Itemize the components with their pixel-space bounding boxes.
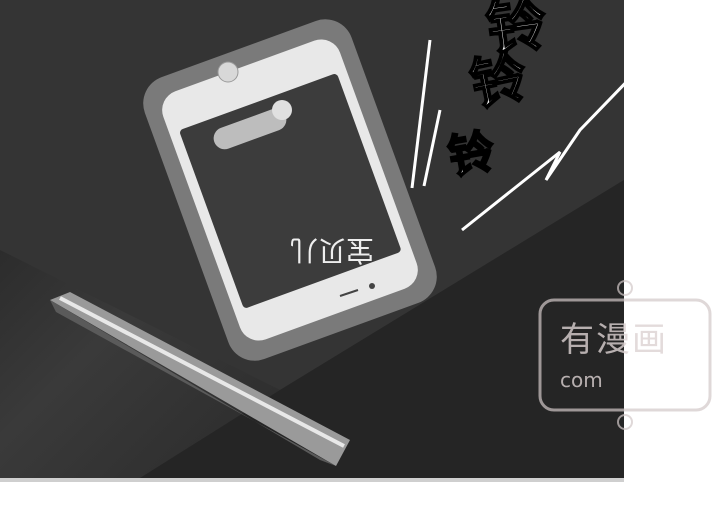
caller-name: 宝贝儿 <box>290 234 375 267</box>
phone-answer-icon <box>272 100 292 120</box>
watermark-domain: com <box>560 368 603 392</box>
phone-camera-icon <box>217 61 239 83</box>
watermark-title: 有漫画 <box>560 320 668 360</box>
panel-border <box>0 478 624 482</box>
home-indicator-dot <box>369 283 375 289</box>
